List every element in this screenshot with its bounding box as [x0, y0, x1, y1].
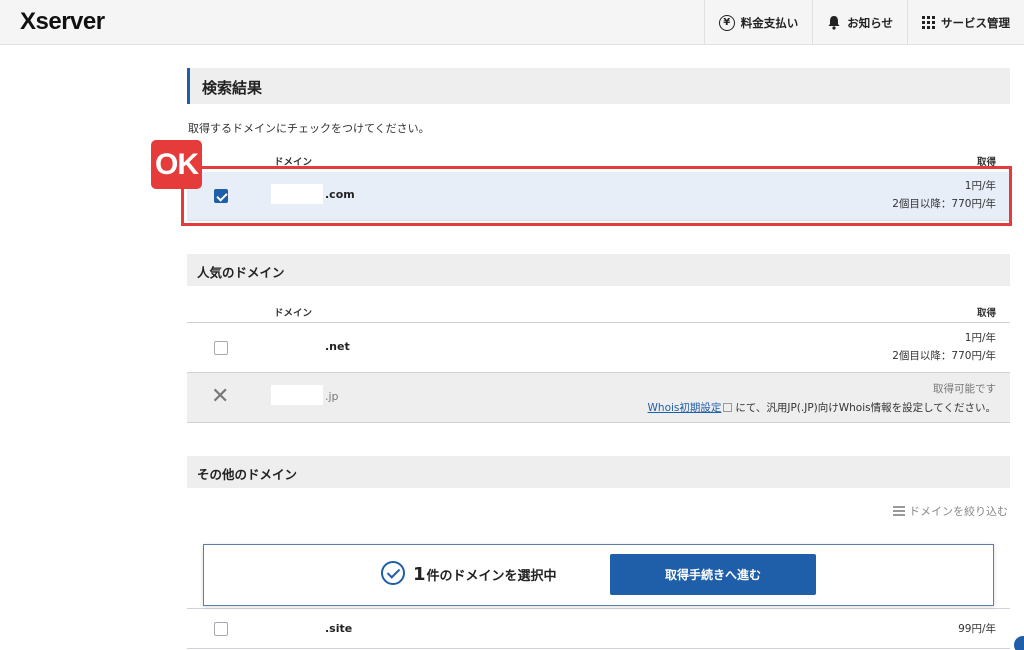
check-circle-icon: [381, 561, 405, 585]
price-site: 99円/年: [958, 623, 996, 635]
help-fab[interactable]: [1014, 636, 1024, 650]
grid-icon: [922, 16, 935, 29]
jp-whois-note: Whois初期設定 にて、汎用JP(.JP)向けWhois情報を設定してください。: [647, 402, 996, 414]
checkbox-net[interactable]: [214, 341, 228, 355]
close-icon: ✕: [211, 384, 230, 409]
search-results-heading: 検索結果: [187, 68, 1010, 104]
whois-setting-link[interactable]: Whois初期設定: [648, 402, 722, 414]
domain-row-jp: ✕ .jp 取得可能です Whois初期設定 にて、汎用JP(.JP)向けWhoi…: [187, 373, 1010, 422]
filter-label: ドメインを絞り込む: [909, 505, 1008, 518]
divider: [187, 422, 1010, 423]
selection-bar: 1件のドメインを選択中 取得手続きへ進む: [203, 544, 994, 606]
filter-domains-button[interactable]: ドメインを絞り込む: [893, 503, 1008, 519]
proceed-button[interactable]: 取得手続きへ進む: [610, 554, 816, 595]
tld-jp: .jp: [325, 390, 339, 403]
other-domains-heading: その他のドメイン: [187, 456, 1010, 488]
yen-icon: ¥: [718, 14, 735, 31]
divider: [187, 648, 1010, 649]
domain-row-site[interactable]: .site 99円/年: [187, 610, 1010, 648]
popular-domains-heading: 人気のドメイン: [187, 254, 1010, 286]
bell-icon: [828, 16, 840, 30]
header-nav: ¥ 料金支払い お知らせ サービス管理: [703, 0, 1024, 45]
nav-service-management[interactable]: サービス管理: [907, 0, 1024, 45]
top-header: Xserver ¥ 料金支払い お知らせ サービス管理: [0, 0, 1024, 45]
ok-badge: OK: [151, 140, 202, 189]
price-net: 1円/年 2個目以降：770円/年: [892, 332, 996, 362]
popular-col-domain: ドメイン: [274, 308, 313, 319]
masked-domain-name: [271, 385, 323, 405]
nav-notifications-label: お知らせ: [847, 15, 893, 30]
nav-notifications[interactable]: お知らせ: [812, 0, 907, 45]
nav-payment-label: 料金支払い: [740, 15, 799, 30]
checkbox-site[interactable]: [214, 622, 228, 636]
popular-col-acquire: 取得: [976, 308, 996, 319]
instruction-text: 取得するドメインにチェックをつけてください。: [188, 122, 430, 135]
tld-site: .site: [325, 622, 353, 635]
highlight-frame: [181, 166, 1012, 226]
jp-status: 取得可能です: [933, 383, 996, 395]
divider: [187, 608, 1010, 609]
selection-count-text: 1件のドメインを選択中: [413, 564, 557, 585]
external-link-icon: [723, 403, 733, 412]
domain-row-net[interactable]: .net 1円/年 2個目以降：770円/年: [187, 323, 1010, 372]
list-icon: [893, 506, 905, 516]
nav-payment[interactable]: ¥ 料金支払い: [703, 0, 813, 45]
xserver-logo[interactable]: Xserver: [20, 8, 105, 36]
tld-net: .net: [325, 340, 350, 353]
nav-service-label: サービス管理: [941, 15, 1010, 30]
